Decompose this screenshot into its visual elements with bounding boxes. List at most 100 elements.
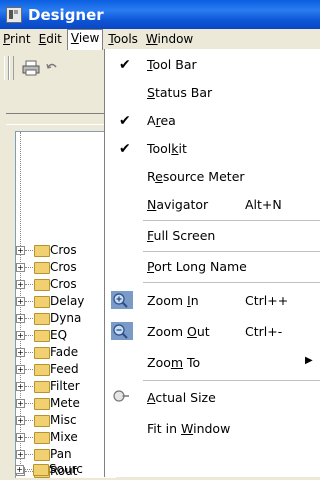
tree-item[interactable]: + Sourc xyxy=(0,461,100,478)
menu-item-shortcut: Ctrl+- xyxy=(245,324,283,339)
expand-icon[interactable]: + xyxy=(16,348,25,357)
expand-icon[interactable]: + xyxy=(16,263,25,272)
tree-item[interactable]: + Cros xyxy=(1,259,101,276)
menu-tools[interactable]: Tools xyxy=(105,30,141,48)
menu-item-area[interactable]: ✔ Area xyxy=(105,106,320,134)
expand-icon[interactable]: + xyxy=(16,416,25,425)
expand-icon[interactable]: + xyxy=(15,465,24,474)
menu-item-label: Zoom In xyxy=(147,293,199,308)
menu-item-label: Fit in Window xyxy=(147,421,231,436)
tree-connector xyxy=(25,403,33,404)
folder-icon xyxy=(34,279,50,291)
tree-item[interactable]: + Cros xyxy=(1,276,101,293)
menu-window[interactable]: Window xyxy=(143,30,196,48)
tree-item[interactable]: + EQ xyxy=(1,327,101,344)
menu-item-label: Zoom Out xyxy=(147,324,210,339)
menu-item-label: Tool Bar xyxy=(147,57,197,72)
menu-item-fit-in-window[interactable]: Fit in Window xyxy=(105,414,320,442)
menu-item-toolkit[interactable]: ✔ Toolkit xyxy=(105,134,320,162)
folder-icon xyxy=(34,381,50,393)
menu-item-tool-bar[interactable]: ✔ Tool Bar xyxy=(105,50,320,78)
tree-connector xyxy=(25,335,33,336)
check-icon: ✔ xyxy=(119,113,131,129)
menu-separator xyxy=(143,380,320,381)
menu-item-label: Actual Size xyxy=(147,390,216,405)
submenu-arrow-icon: ▶ xyxy=(305,355,313,366)
view-menu-dropdown: ✔ Tool Bar Status Bar ✔ Area ✔ Toolkit R… xyxy=(104,49,320,477)
expand-icon[interactable]: + xyxy=(16,297,25,306)
tree-connector xyxy=(25,318,33,319)
tree-item[interactable]: + Fade xyxy=(1,344,101,361)
tree-item[interactable]: + Feed xyxy=(1,361,101,378)
folder-icon xyxy=(34,415,50,427)
menu-item-status-bar[interactable]: Status Bar xyxy=(105,78,320,106)
menu-print[interactable]: Print xyxy=(0,30,34,48)
tree-item-label: Feed xyxy=(50,362,79,376)
tree-item[interactable]: + Delay xyxy=(1,293,101,310)
component-tree-panel[interactable]: + Cros + Cros + Cros + Delay + Dyna + EQ + Fade… xyxy=(15,131,116,478)
tree-item-label: Misc xyxy=(50,413,77,427)
tree-item[interactable]: + Filter xyxy=(1,378,101,395)
menu-bar: Print Edit View Tools Window xyxy=(0,28,320,50)
check-icon: ✔ xyxy=(119,141,131,157)
tree-connector xyxy=(25,454,33,455)
expand-icon[interactable]: + xyxy=(16,331,25,340)
folder-icon xyxy=(34,449,50,461)
menu-item-port-long-name[interactable]: Port Long Name xyxy=(105,252,320,280)
tree-item-label: Filter xyxy=(50,379,80,393)
tree-item[interactable]: + Misc xyxy=(1,412,101,429)
folder-icon xyxy=(34,330,50,342)
tree-item-label: Mixe xyxy=(50,430,78,444)
tree-item-label: Cros xyxy=(50,277,77,291)
expand-icon[interactable]: + xyxy=(16,365,25,374)
menu-item-zoom-out[interactable]: Zoom Out Ctrl+- xyxy=(105,317,320,345)
tree-connector xyxy=(25,386,33,387)
menu-item-actual-size[interactable]: Actual Size xyxy=(105,383,320,411)
tree-item[interactable]: + Cros xyxy=(1,242,101,259)
menu-separator xyxy=(143,282,320,283)
tree-item-label: Sourc xyxy=(49,462,83,476)
menu-item-label: Toolkit xyxy=(147,141,187,156)
tree-item-label: Mete xyxy=(50,396,80,410)
expand-icon[interactable]: + xyxy=(16,280,25,289)
expand-icon[interactable]: + xyxy=(16,399,25,408)
tree-connector xyxy=(25,369,33,370)
tree-item-label: Delay xyxy=(50,294,85,308)
title-bar[interactable]: Designer xyxy=(0,0,320,29)
designer-app-icon[interactable] xyxy=(6,6,22,23)
tree-item-label: Cros xyxy=(50,243,77,257)
folder-icon xyxy=(34,313,50,325)
tree-item[interactable]: + Mete xyxy=(1,395,101,412)
panel-header-divider xyxy=(6,113,106,125)
expand-icon[interactable]: + xyxy=(16,433,25,442)
folder-icon xyxy=(34,347,50,359)
expand-icon[interactable]: + xyxy=(16,450,25,459)
menu-view[interactable]: View xyxy=(66,28,104,50)
tree-connector xyxy=(25,437,33,438)
menu-edit[interactable]: Edit xyxy=(36,30,65,48)
tree-item[interactable]: + Mixe xyxy=(1,429,101,446)
tree-item-label: Dyna xyxy=(50,311,82,325)
print-icon[interactable] xyxy=(22,60,40,76)
menu-item-zoom-in[interactable]: Zoom In Ctrl++ xyxy=(105,286,320,314)
tree-item[interactable]: + Dyna xyxy=(1,310,101,327)
menu-item-label: Navigator xyxy=(147,197,209,212)
menu-item-label: Status Bar xyxy=(147,85,213,100)
zoom-in-icon xyxy=(111,291,133,309)
tree-connector xyxy=(25,284,33,285)
menu-item-zoom-to[interactable]: Zoom To ▶ xyxy=(105,348,320,376)
expand-icon[interactable]: + xyxy=(16,314,25,323)
menu-item-full-screen[interactable]: Full Screen xyxy=(105,221,320,249)
toolbar-grip-secondary[interactable] xyxy=(9,56,14,80)
tree-connector xyxy=(25,301,33,302)
tree-item-label: Pan xyxy=(50,447,72,461)
menu-item-resource-meter[interactable]: Resource Meter xyxy=(105,162,320,190)
folder-icon xyxy=(34,432,50,444)
expand-icon[interactable]: + xyxy=(16,246,25,255)
undo-icon[interactable] xyxy=(46,62,58,72)
tree-item-label: Fade xyxy=(50,345,79,359)
folder-icon xyxy=(34,398,50,410)
menu-item-navigator[interactable]: Navigator Alt+N xyxy=(105,190,320,218)
expand-icon[interactable]: + xyxy=(16,382,25,391)
zoom-out-icon xyxy=(111,322,133,340)
